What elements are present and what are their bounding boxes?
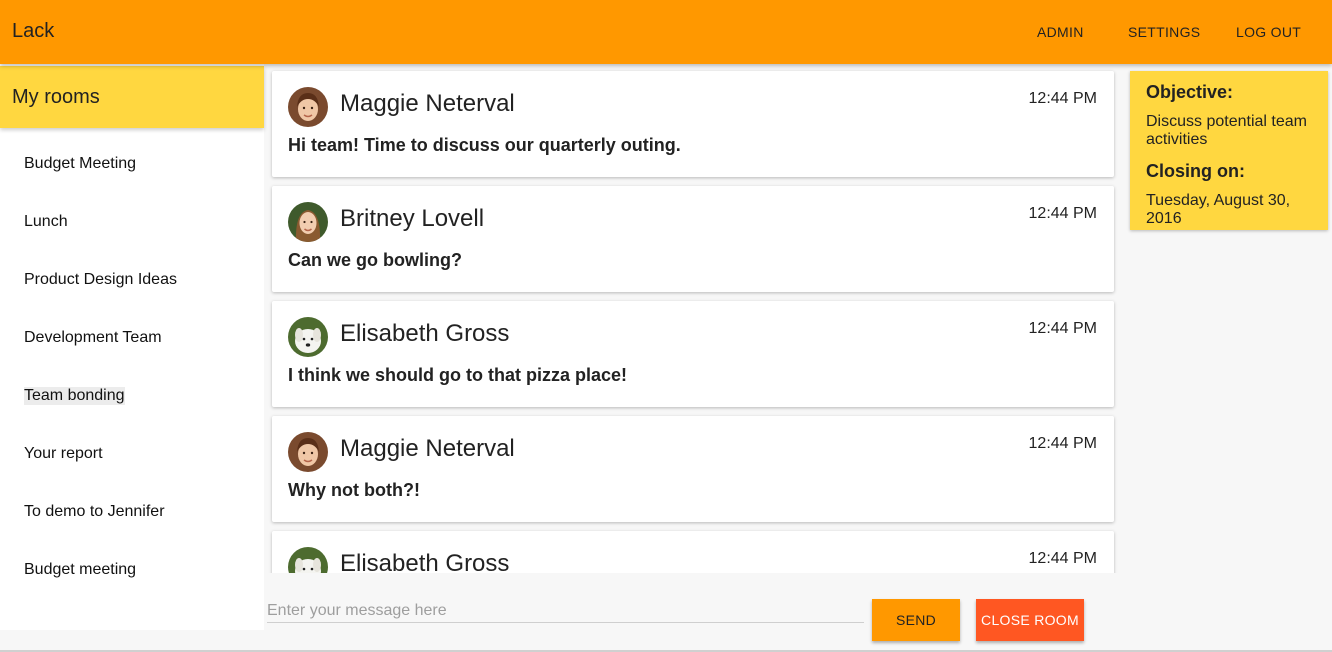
message-sender: Elisabeth Gross <box>340 320 510 347</box>
room-item-development-team[interactable]: Development Team <box>0 309 264 367</box>
room-item-budget-meeting[interactable]: Budget Meeting <box>0 135 264 193</box>
message-card: Britney Lovell 12:44 PM Can we go bowlin… <box>272 186 1114 292</box>
app-title: Lack <box>12 20 55 42</box>
woman-brown-hair-avatar <box>288 432 328 472</box>
room-label: Development Team <box>24 329 162 346</box>
room-item-product-design-ideas[interactable]: Product Design Ideas <box>0 251 264 309</box>
message-time: 12:44 PM <box>1028 205 1097 222</box>
message-text: I think we should go to that pizza place… <box>288 365 628 385</box>
closing-heading: Closing on: <box>1146 161 1245 181</box>
room-label: Budget meeting <box>24 561 137 578</box>
room-info-card: Objective: Discuss potential team activi… <box>1130 71 1328 230</box>
message-time: 12:44 PM <box>1028 550 1097 567</box>
room-label: Product Design Ideas <box>24 271 177 288</box>
room-label: Lunch <box>24 213 68 230</box>
message-input[interactable] <box>267 599 864 623</box>
white-dog-avatar <box>288 547 328 573</box>
message-text: Hi team! Time to discuss our quarterly o… <box>288 135 681 155</box>
message-card: Maggie Neterval 12:44 PM Why not both?! <box>272 416 1114 522</box>
room-item-lunch[interactable]: Lunch <box>0 193 264 251</box>
room-label: Your report <box>24 445 103 462</box>
message-time: 12:44 PM <box>1028 90 1097 107</box>
woman-long-hair-avatar <box>288 202 328 242</box>
room-list: Budget Meeting Lunch Product Design Idea… <box>0 135 264 599</box>
message-time: 12:44 PM <box>1028 435 1097 452</box>
close-room-button[interactable]: CLOSE ROOM <box>976 599 1084 641</box>
room-item-to-demo-to-jennifer[interactable]: To demo to Jennifer <box>0 483 264 541</box>
message-sender: Maggie Neterval <box>340 435 515 462</box>
message-text: Can we go bowling? <box>288 250 462 270</box>
objective-text: Discuss potential team activities <box>1146 113 1307 148</box>
message-card: Elisabeth Gross 12:44 PM <box>272 531 1114 573</box>
message-card: Elisabeth Gross 12:44 PM I think we shou… <box>272 301 1114 407</box>
message-sender: Britney Lovell <box>340 205 485 232</box>
room-item-budget-meeting-2[interactable]: Budget meeting <box>0 541 264 599</box>
message-sender: Elisabeth Gross <box>340 550 510 573</box>
message-sender: Maggie Neterval <box>340 90 515 117</box>
message-list[interactable]: Maggie Neterval 12:44 PM Hi team! Time t… <box>264 64 1122 573</box>
nav-settings-link[interactable]: SETTINGS <box>1128 24 1200 40</box>
woman-brown-hair-avatar <box>288 87 328 127</box>
room-label: To demo to Jennifer <box>24 503 165 520</box>
message-card: Maggie Neterval 12:44 PM Hi team! Time t… <box>272 71 1114 177</box>
white-dog-avatar <box>288 317 328 357</box>
room-label: Budget Meeting <box>24 155 137 172</box>
sidebar-header: My rooms <box>0 66 264 128</box>
app-bar: Lack ADMIN SETTINGS LOG OUT <box>0 0 1332 64</box>
room-item-your-report[interactable]: Your report <box>0 425 264 483</box>
room-item-team-bonding[interactable]: Team bonding <box>0 367 264 425</box>
sidebar-title: My rooms <box>12 86 100 108</box>
nav-logout-link[interactable]: LOG OUT <box>1236 24 1301 40</box>
message-time: 12:44 PM <box>1028 320 1097 337</box>
message-composer: SEND CLOSE ROOM <box>264 573 1122 641</box>
nav-admin-link[interactable]: ADMIN <box>1037 24 1084 40</box>
closing-date: Tuesday, August 30, 2016 <box>1146 192 1291 227</box>
room-label: Team bonding <box>24 387 125 405</box>
rooms-sidebar: My rooms Budget Meeting Lunch Product De… <box>0 64 264 630</box>
message-text: Why not both?! <box>288 480 420 500</box>
send-button[interactable]: SEND <box>872 599 960 641</box>
objective-heading: Objective: <box>1146 82 1234 102</box>
